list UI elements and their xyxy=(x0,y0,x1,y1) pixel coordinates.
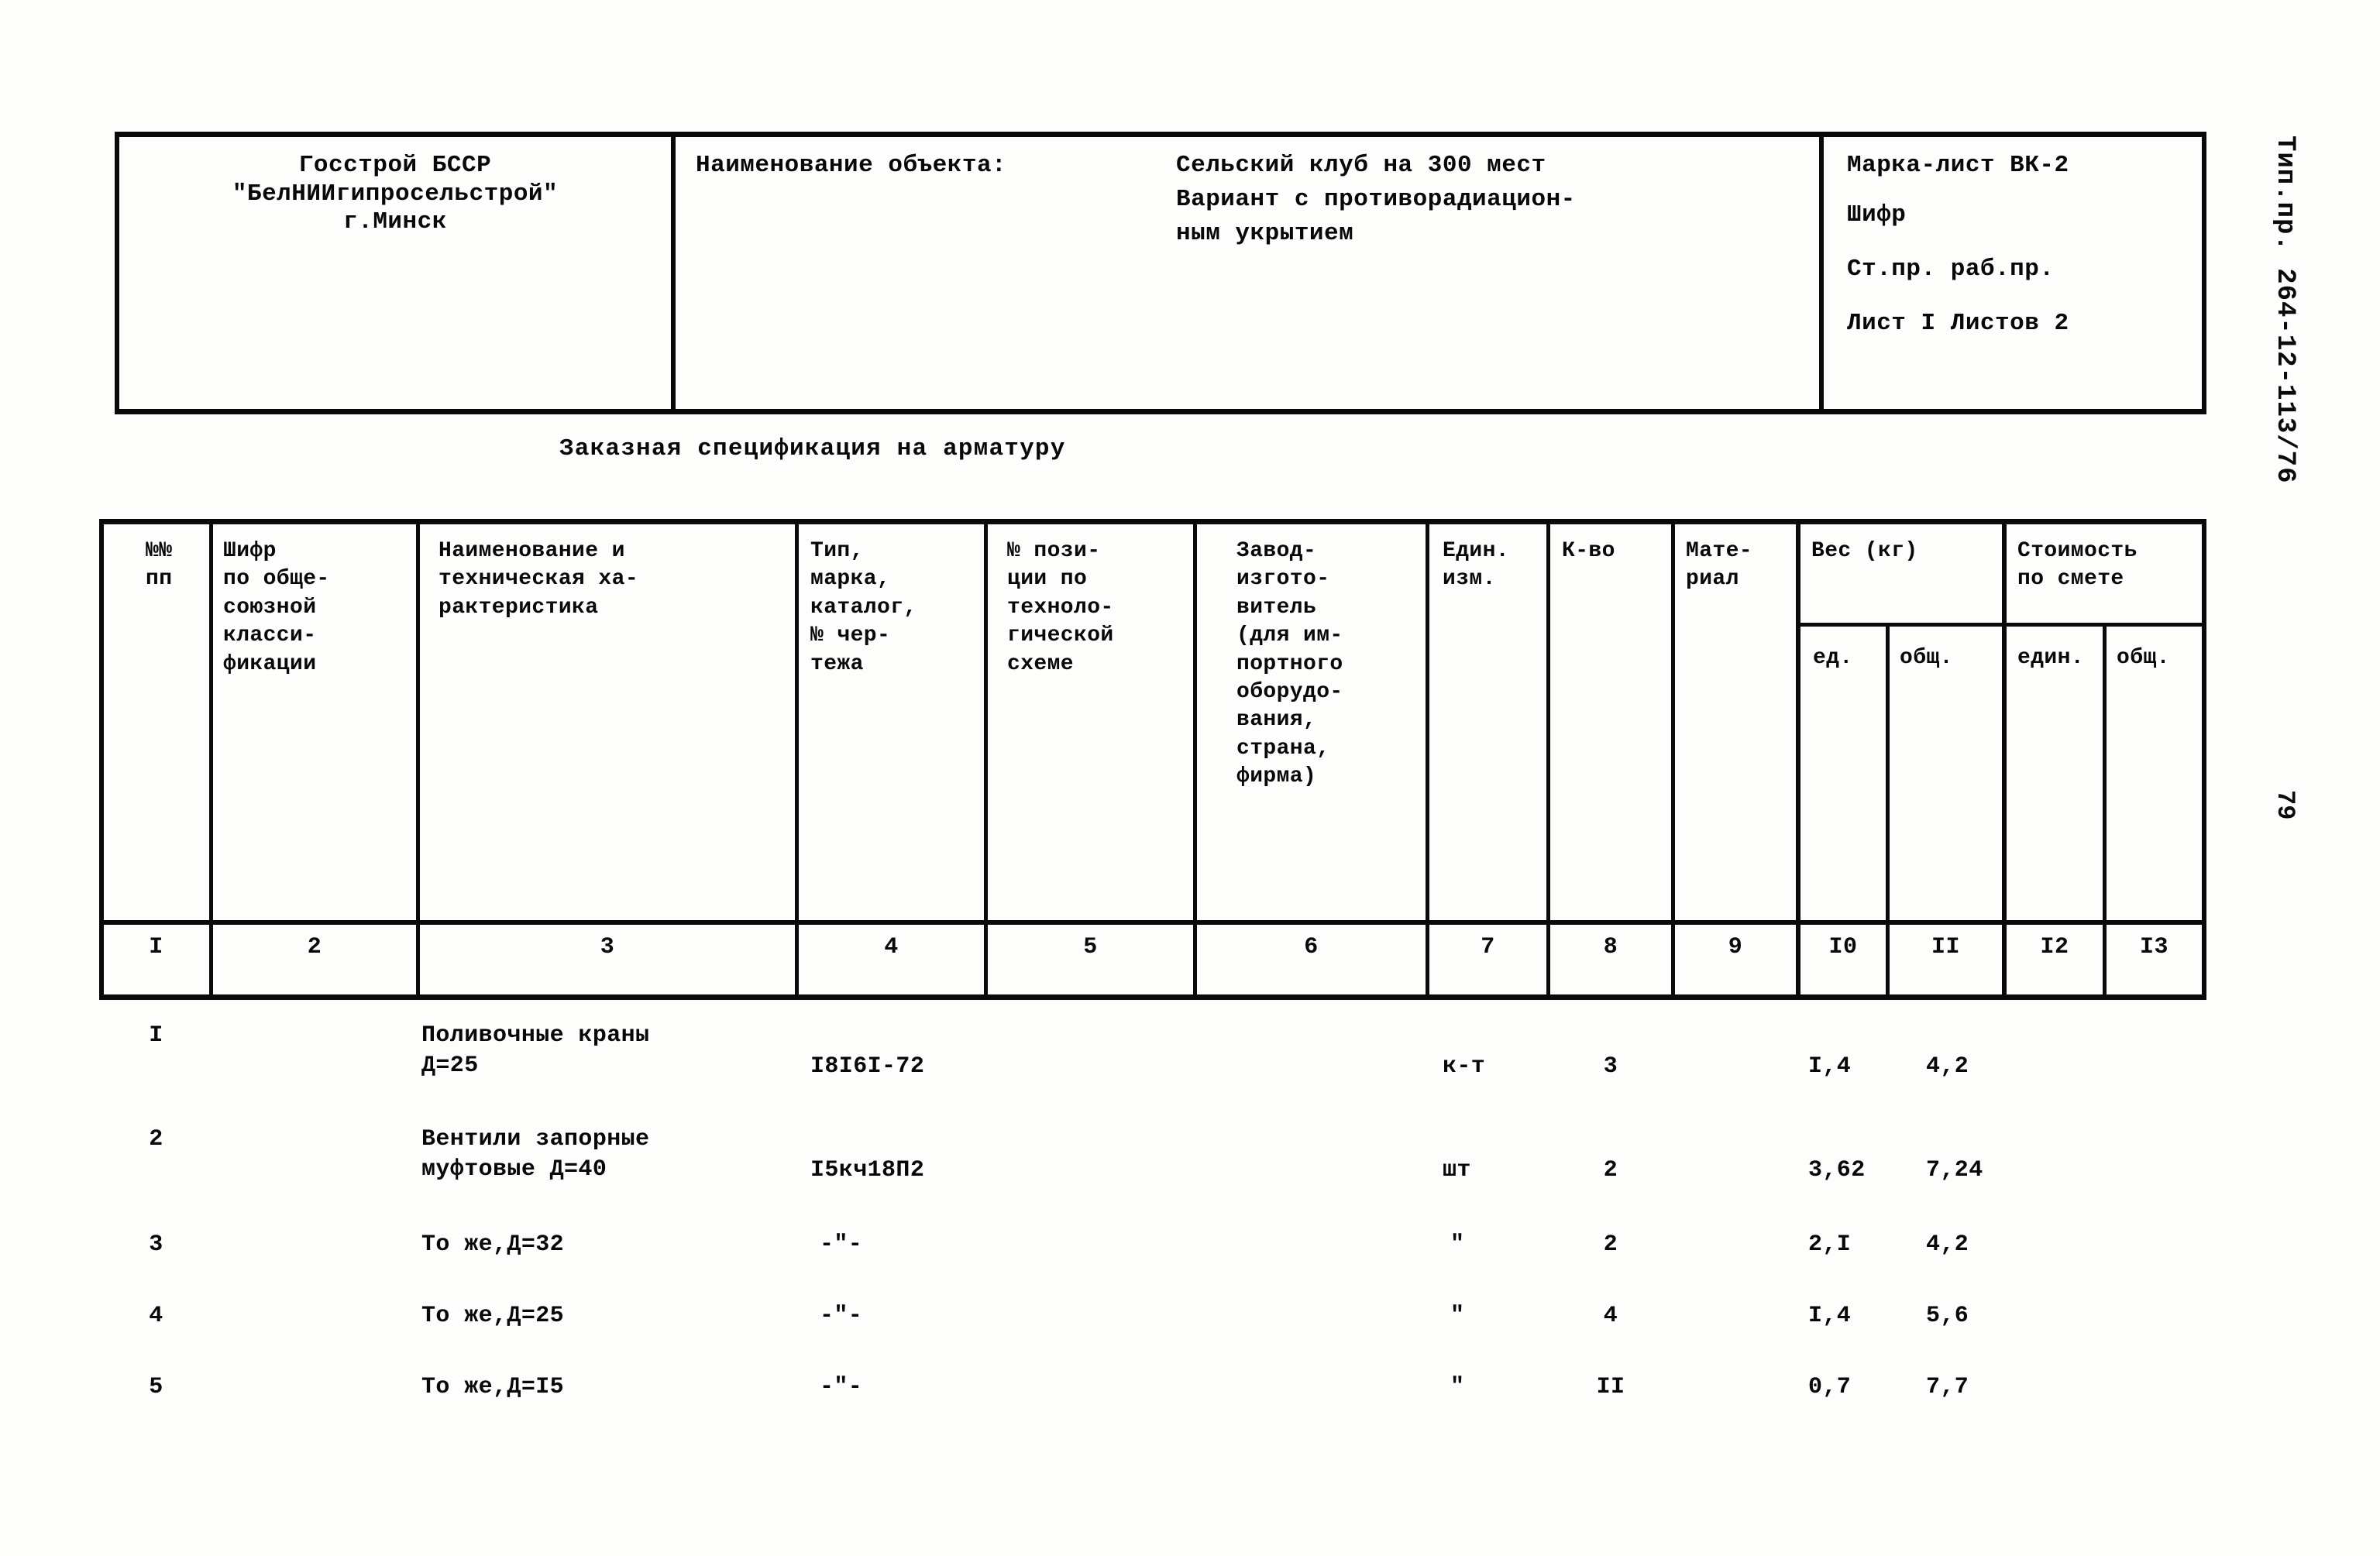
organization-line-1: Госстрой БССР xyxy=(298,152,492,179)
title-block-right-rule xyxy=(2202,132,2206,414)
row-type: -"- xyxy=(820,1374,863,1400)
row-weight-total: 5,6 xyxy=(1926,1303,1969,1329)
row-qty: 4 xyxy=(1603,1303,1618,1329)
table-top-rule xyxy=(99,519,2206,524)
column-number-13: I3 xyxy=(2139,934,2168,960)
title-block-top-rule xyxy=(115,132,2206,137)
column-number-12: I2 xyxy=(2040,934,2069,960)
col-divider-11-12 xyxy=(2002,519,2007,1000)
organization-line-2: "БелНИИгипросельстрой" xyxy=(232,180,559,208)
column-number-9: 9 xyxy=(1728,934,1743,960)
column-number-8: 8 xyxy=(1603,934,1618,960)
column-number-3: 3 xyxy=(600,934,615,960)
row-weight-unit: 0,7 xyxy=(1808,1374,1852,1400)
column-number-5: 5 xyxy=(1083,934,1098,960)
row-qty: II xyxy=(1596,1374,1625,1400)
stage-label: Ст.пр. раб.пр. xyxy=(1847,256,2055,283)
mark-sheet-label: Марка-лист ВК-2 xyxy=(1847,152,2069,179)
column-header-2: Шифр по обще- союзной класси- фикации xyxy=(223,539,330,676)
col-divider-8-9 xyxy=(1671,519,1675,1000)
column-number-6: 6 xyxy=(1304,934,1319,960)
column-header-5: № пози- ции по техноло- гической схеме xyxy=(1007,539,1114,676)
sheet-count-label: Лист I Листов 2 xyxy=(1847,310,2069,337)
row-name: То же,Д=25 xyxy=(421,1303,565,1329)
row-weight-unit: 2,I xyxy=(1808,1231,1852,1258)
row-qty: 2 xyxy=(1603,1157,1618,1183)
row-name: То же,Д=32 xyxy=(421,1231,565,1258)
column-number-10: I0 xyxy=(1828,934,1858,960)
column-header-3: Наименование и техническая ха- рактерист… xyxy=(439,539,639,620)
row-number: 4 xyxy=(149,1303,163,1329)
row-type: I5кч18П2 xyxy=(810,1157,925,1183)
row-unit: " xyxy=(1450,1303,1465,1329)
row-weight-total: 7,7 xyxy=(1926,1374,1969,1400)
row-weight-unit: 3,62 xyxy=(1808,1157,1866,1183)
page-number: 79 xyxy=(2271,790,2299,820)
row-number: 3 xyxy=(149,1231,163,1258)
row-type: I8I6I-72 xyxy=(810,1053,925,1080)
row-unit: к-т xyxy=(1443,1053,1486,1080)
column-header-10: ед. xyxy=(1813,646,1853,670)
document-page: Госстрой БССР "БелНИИгипросельстрой" г.Мин… xyxy=(0,0,2380,1556)
column-header-4: Тип, марка, каталог, № чер- тежа xyxy=(810,539,917,676)
column-header-13: общ. xyxy=(2117,646,2170,670)
row-name: Вентили запорные муфтовые Д=40 xyxy=(421,1126,650,1183)
row-weight-total: 7,24 xyxy=(1926,1157,1983,1183)
object-name-line-2: Вариант с противорадиацион- xyxy=(1176,186,1576,213)
row-weight-total: 4,2 xyxy=(1926,1053,1969,1080)
row-unit: " xyxy=(1450,1231,1465,1258)
column-number-1: I xyxy=(149,934,163,960)
row-type: -"- xyxy=(820,1303,863,1329)
title-block-divider-1 xyxy=(671,132,676,414)
column-number-4: 4 xyxy=(884,934,899,960)
title-block-bottom-rule xyxy=(115,409,2206,414)
column-header-6: Завод- изгото- витель (для им- портного … xyxy=(1236,539,1343,789)
row-unit: шт xyxy=(1443,1157,1471,1183)
table-colnum-bottom-rule xyxy=(99,994,2206,1000)
row-number: 5 xyxy=(149,1374,163,1400)
organization-line-3: г.Минск xyxy=(343,208,447,236)
row-number: 2 xyxy=(149,1126,163,1152)
row-unit: " xyxy=(1450,1374,1465,1400)
table-left-rule xyxy=(99,519,104,1000)
object-name-line-3: ным укрытием xyxy=(1176,220,1354,247)
table-header-bottom-rule xyxy=(99,920,2206,925)
column-number-2: 2 xyxy=(307,934,322,960)
title-block-divider-2 xyxy=(1819,132,1824,414)
title-block-left-rule xyxy=(115,132,119,414)
column-header-weight-group: Вес (кг) xyxy=(1811,539,1918,563)
object-name-line-1: Сельский клуб на 300 мест xyxy=(1176,152,1546,179)
column-header-9: Мате- риал xyxy=(1686,539,1753,592)
column-header-11: общ. xyxy=(1900,646,1953,670)
row-name: То же,Д=I5 xyxy=(421,1374,565,1400)
row-weight-total: 4,2 xyxy=(1926,1231,1969,1258)
row-qty: 3 xyxy=(1603,1053,1618,1080)
row-weight-unit: I,4 xyxy=(1808,1053,1852,1080)
organization-name: Госстрой БССР "БелНИИгипросельстрой" г.Мин… xyxy=(124,152,666,237)
column-header-8: К-во xyxy=(1562,539,1615,563)
object-label: Наименование объекта: xyxy=(696,152,1007,179)
cipher-label: Шифр xyxy=(1847,201,1907,228)
column-number-7: 7 xyxy=(1481,934,1495,960)
row-name: Поливочные краны Д=25 xyxy=(421,1022,650,1079)
row-type: -"- xyxy=(820,1231,863,1258)
row-number: I xyxy=(149,1022,163,1049)
column-number-11: II xyxy=(1931,934,1960,960)
column-header-7: Един. изм. xyxy=(1443,539,1510,592)
typical-project-code: Тип.пр. 264-12-113/76 xyxy=(2270,136,2299,484)
weight-cost-subheader-rule xyxy=(1796,623,2206,627)
row-weight-unit: I,4 xyxy=(1808,1303,1852,1329)
column-header-1: №№ пп xyxy=(146,539,173,592)
specification-title: Заказная спецификация на арматуру xyxy=(559,435,1066,462)
row-qty: 2 xyxy=(1603,1231,1618,1258)
column-header-12: един. xyxy=(2017,646,2085,670)
column-header-cost-group: Стоимость по смете xyxy=(2017,539,2138,592)
